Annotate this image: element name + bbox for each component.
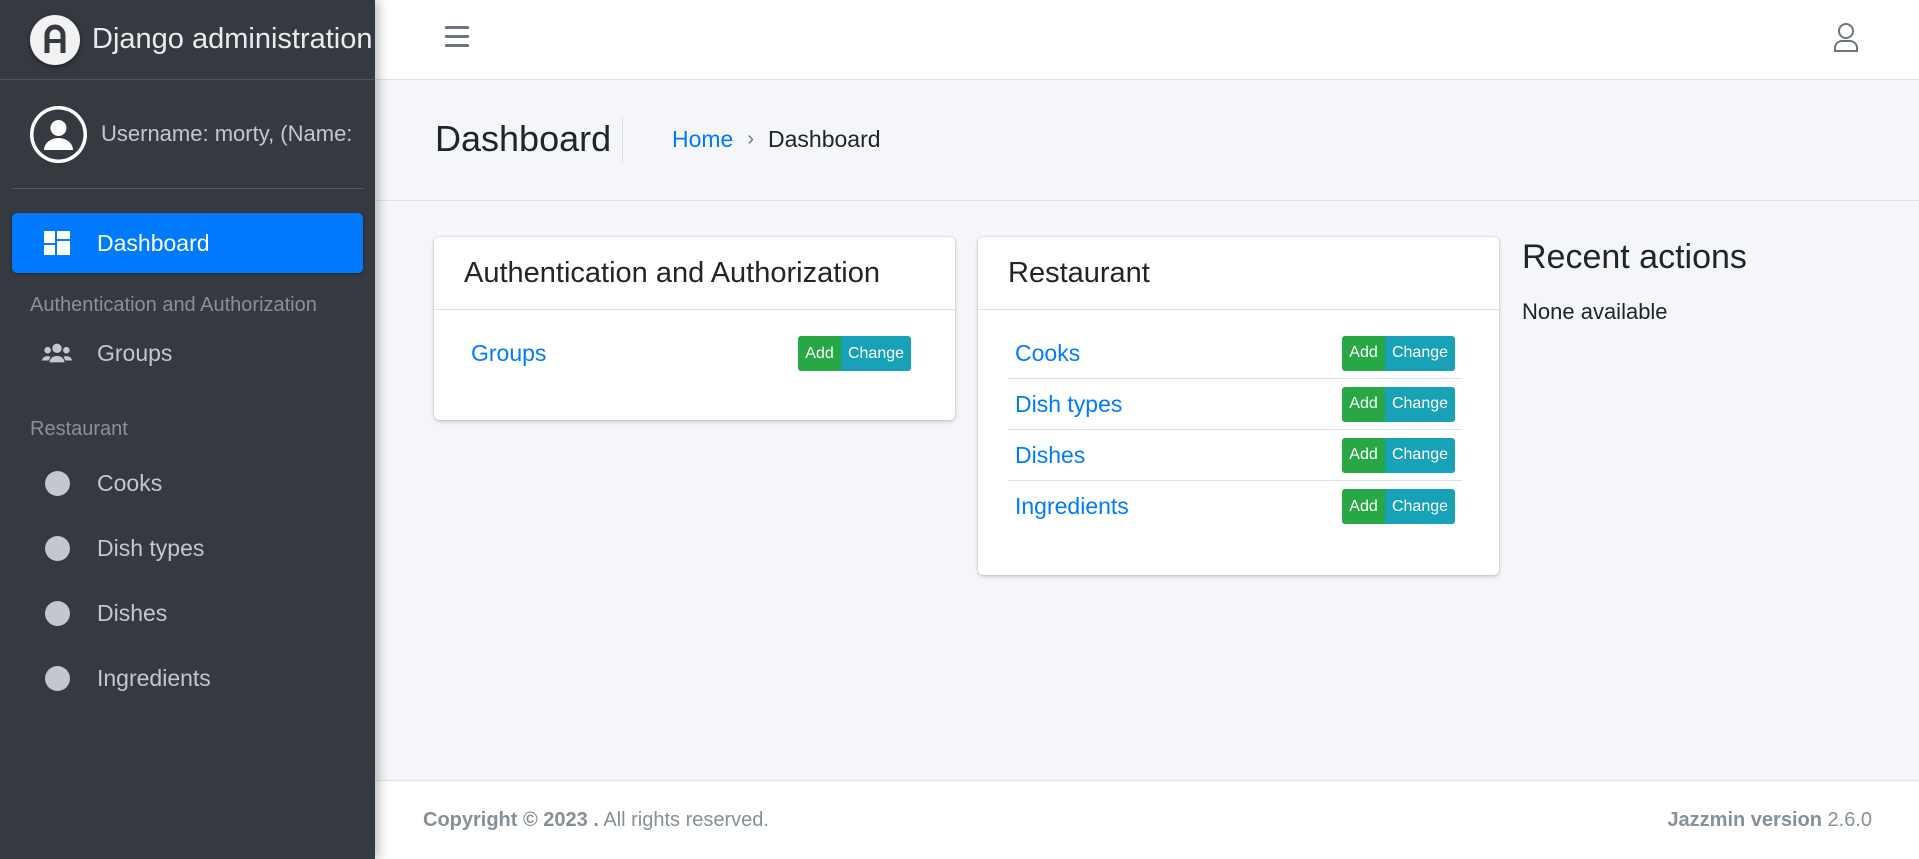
recent-actions-empty: None available [1522,299,1668,324]
page-title: Dashboard [435,118,612,159]
model-link-dish-types[interactable]: Dish types [1015,391,1122,418]
change-dish-types-button[interactable]: Change [1385,386,1455,422]
sidebar-item-dishes[interactable]: Dishes [12,583,363,643]
breadcrumb-separator: › [747,128,755,150]
model-link-ingredients[interactable]: Ingredients [1015,493,1129,520]
footer-copyright: Copyright © 2023 . All rights reserved. [423,809,769,832]
hamburger-menu-icon[interactable] [445,26,469,50]
sidebar-item-label: Dashboard [97,229,210,256]
sidebar-item-groups[interactable]: Groups [12,323,363,383]
brand-link[interactable]: Django administration [0,0,375,80]
app-card-title: Authentication and Authorization [434,237,955,310]
user-name: Username: morty, (Name: [101,121,353,146]
brand-logo-icon [30,14,80,65]
circle-icon [42,598,72,628]
breadcrumb-home-link[interactable]: Home [672,126,733,153]
sidebar-item-label: Cooks [97,469,163,496]
model-row-dish-types: Dish types Add Change [1008,379,1462,430]
sidebar-nav: Dashboard Authentication and Authorizati… [0,189,375,708]
model-row-ingredients: Ingredients Add Change [1008,481,1462,532]
circle-icon [42,533,72,563]
model-row-cooks: Cooks Add Change [1008,328,1462,379]
content-header: Dashboard Home › Dashboard [375,80,1919,201]
sidebar-item-ingredients[interactable]: Ingredients [12,648,363,708]
sidebar-item-label: Groups [97,339,173,366]
footer-copyright-rest: All rights reserved. [598,809,769,831]
top-navbar [375,0,1919,80]
model-link-groups[interactable]: Groups [471,340,546,367]
user-menu-icon[interactable] [1831,22,1861,54]
footer: Copyright © 2023 . All rights reserved. … [375,780,1919,859]
add-dishes-button[interactable]: Add [1342,437,1385,473]
dashboard-icon [42,228,72,258]
add-cooks-button[interactable]: Add [1342,335,1385,371]
change-cooks-button[interactable]: Change [1385,335,1455,371]
sidebar-section-restaurant-header: Restaurant [30,418,128,440]
users-icon [42,338,72,368]
app-card-title: Restaurant [978,237,1499,310]
add-dish-types-button[interactable]: Add [1342,386,1385,422]
add-groups-button[interactable]: Add [798,336,841,371]
recent-actions-title: Recent actions [1522,238,1747,276]
app-card-auth: Authentication and Authorization Groups … [434,237,955,420]
change-ingredients-button[interactable]: Change [1385,489,1455,524]
sidebar-item-dish-types[interactable]: Dish types [12,518,363,578]
change-dishes-button[interactable]: Change [1385,437,1455,473]
recent-actions-panel: Recent actions None available [1522,238,1747,325]
footer-version-value: 2.6.0 [1821,809,1873,831]
footer-copyright-bold: Copyright © 2023 . [423,809,599,831]
sidebar-item-cooks[interactable]: Cooks [12,453,363,513]
add-ingredients-button[interactable]: Add [1342,489,1385,524]
sidebar-section-auth-header: Authentication and Authorization [30,294,317,316]
circle-icon [42,468,72,498]
title-divider [622,118,623,162]
user-panel[interactable]: Username: morty, (Name: [12,80,363,189]
model-link-cooks[interactable]: Cooks [1015,340,1080,367]
breadcrumb: Home › Dashboard [672,126,881,153]
sidebar: Django administration Username: morty, (… [0,0,375,859]
app-card-restaurant: Restaurant Cooks Add Change Dish types A… [978,237,1499,575]
model-row-dishes: Dishes Add Change [1008,430,1462,481]
model-link-dishes[interactable]: Dishes [1015,442,1085,469]
footer-version-label: Jazzmin version [1667,809,1822,831]
sidebar-item-label: Dish types [97,534,205,561]
circle-icon [42,663,72,693]
model-row-groups: Groups Add Change [464,328,918,379]
sidebar-item-dashboard[interactable]: Dashboard [12,213,363,273]
sidebar-item-label: Dishes [97,599,168,626]
user-avatar-icon [30,105,87,163]
footer-version: Jazzmin version 2.6.0 [1667,809,1872,832]
sidebar-item-label: Ingredients [97,664,211,691]
breadcrumb-current: Dashboard [768,126,881,152]
change-groups-button[interactable]: Change [841,336,911,371]
brand-title: Django administration [92,23,373,55]
